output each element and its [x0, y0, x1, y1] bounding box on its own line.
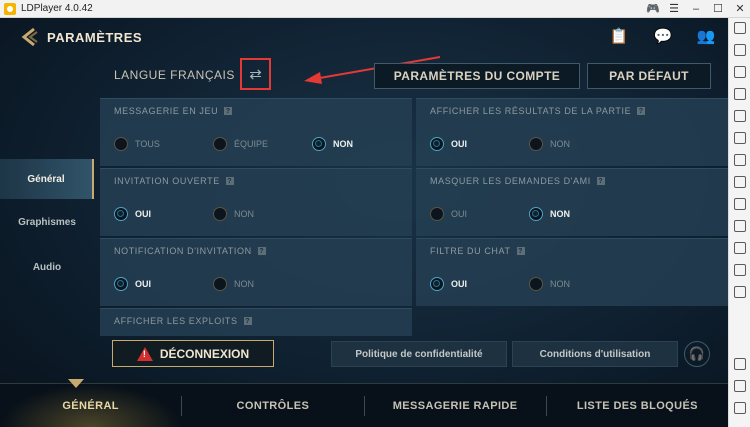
radio-option-non[interactable]: NON — [529, 277, 570, 291]
close-icon[interactable]: ✕ — [734, 0, 746, 18]
settings-screen: PARAMÈTRES 📋 💬 👥 LANGUE FRANÇAIS ⇄ PARAM… — [0, 18, 728, 427]
radio-option-oui[interactable]: OUI — [114, 277, 151, 291]
radio-option-oui[interactable]: OUI — [430, 207, 467, 221]
setting-ingame-messaging: MESSAGERIE EN JEU? TOUS ÉQUIPE NON — [100, 98, 412, 166]
emulator-titlebar: LDPlayer 4.0.42 🎮 ☰ – ☐ ✕ — [0, 0, 750, 18]
volume-up-icon[interactable] — [734, 66, 746, 78]
radio-option-non[interactable]: NON — [529, 207, 570, 221]
back-arrow-icon[interactable] — [20, 27, 40, 47]
maximize-icon[interactable]: ☐ — [712, 0, 724, 18]
emulator-toolbar — [728, 18, 750, 427]
setting-title: MESSAGERIE EN JEU — [114, 106, 219, 116]
tab-quick-chat[interactable]: MESSAGERIE RAPIDE — [365, 384, 546, 427]
privacy-policy-button[interactable]: Politique de confidentialité — [331, 341, 507, 367]
bottom-nav: GÉNÉRAL CONTRÔLES MESSAGERIE RAPIDE LIST… — [0, 379, 728, 427]
swap-icon: ⇄ — [249, 66, 262, 83]
logout-button[interactable]: DÉCONNEXION — [112, 340, 274, 367]
radio-button[interactable] — [114, 137, 128, 151]
friends-icon[interactable]: 👥 — [693, 24, 719, 48]
radio-button[interactable] — [529, 277, 543, 291]
radio-button-selected[interactable] — [430, 277, 444, 291]
location-icon[interactable] — [734, 264, 746, 276]
language-swap-button[interactable]: ⇄ — [240, 58, 271, 90]
radio-button[interactable] — [430, 207, 444, 221]
radio-button-selected[interactable] — [114, 207, 128, 221]
default-button[interactable]: PAR DÉFAUT — [587, 63, 711, 89]
radio-button-selected[interactable] — [114, 277, 128, 291]
tab-controls[interactable]: CONTRÔLES — [182, 384, 363, 427]
setting-title: AFFICHER LES EXPLOITS — [114, 316, 238, 326]
radio-button-selected[interactable] — [312, 137, 326, 151]
active-tab-notch-icon — [68, 379, 84, 388]
tab-block-list[interactable]: LISTE DES BLOQUÉS — [547, 384, 728, 427]
radio-button[interactable] — [213, 137, 227, 151]
help-icon[interactable]: ? — [516, 247, 525, 255]
setting-show-results: AFFICHER LES RÉSULTATS DE LA PARTIE? OUI… — [416, 98, 728, 166]
radio-button[interactable] — [213, 277, 227, 291]
keyboard-icon[interactable] — [734, 44, 746, 56]
side-tab-general[interactable]: Général — [0, 159, 94, 199]
help-icon[interactable]: ? — [224, 107, 233, 115]
setting-invite-notification: NOTIFICATION D'INVITATION? OUI NON — [100, 238, 412, 306]
emulator-title: LDPlayer 4.0.42 — [21, 3, 93, 14]
more-icon[interactable] — [734, 286, 746, 298]
recent-apps-icon[interactable] — [734, 402, 746, 414]
volume-down-icon[interactable] — [734, 88, 746, 100]
sync-icon[interactable] — [734, 220, 746, 232]
setting-chat-filter: FILTRE DU CHAT? OUI NON — [416, 238, 728, 306]
radio-option-non[interactable]: NON — [213, 207, 254, 221]
setting-title: INVITATION OUVERTE — [114, 176, 220, 186]
warning-icon — [136, 346, 153, 361]
gamepad-icon[interactable]: 🎮 — [646, 0, 660, 18]
radio-option-oui[interactable]: OUI — [114, 207, 151, 221]
setting-title: FILTRE DU CHAT — [430, 246, 511, 256]
setting-title: AFFICHER LES RÉSULTATS DE LA PARTIE — [430, 106, 632, 116]
side-tab-graphics[interactable]: Graphismes — [0, 202, 94, 242]
fullscreen-icon[interactable] — [734, 110, 746, 122]
radio-option-oui[interactable]: OUI — [430, 277, 467, 291]
radio-option-non[interactable]: NON — [529, 137, 570, 151]
radio-option-oui[interactable]: OUI — [430, 137, 467, 151]
side-tab-audio[interactable]: Audio — [0, 247, 94, 287]
help-icon[interactable]: ? — [225, 177, 234, 185]
radio-button[interactable] — [213, 207, 227, 221]
setting-hide-friend-requests: MASQUER LES DEMANDES D'AMI? OUI NON — [416, 168, 728, 236]
clipboard-icon[interactable]: 📋 — [606, 24, 632, 48]
tab-general[interactable]: GÉNÉRAL — [0, 379, 182, 427]
radio-option-non[interactable]: NON — [312, 137, 353, 151]
record-icon[interactable] — [734, 154, 746, 166]
radio-option-tous[interactable]: TOUS — [114, 137, 160, 151]
ldplayer-logo-icon — [4, 2, 16, 15]
folder-icon[interactable] — [734, 242, 746, 254]
back-icon[interactable] — [734, 358, 746, 370]
radio-option-non[interactable]: NON — [213, 277, 254, 291]
header: PARAMÈTRES 📋 💬 👥 — [0, 18, 728, 56]
support-headset-icon[interactable]: 🎧 — [684, 341, 710, 367]
setting-open-invite: INVITATION OUVERTE? OUI NON — [100, 168, 412, 236]
chat-icon[interactable]: 💬 — [650, 24, 676, 48]
setting-title: MASQUER LES DEMANDES D'AMI — [430, 176, 591, 186]
account-settings-button[interactable]: PARAMÈTRES DU COMPTE — [374, 63, 580, 89]
home-icon[interactable] — [734, 380, 746, 392]
radio-button-selected[interactable] — [430, 137, 444, 151]
multi-instance-icon[interactable] — [734, 198, 746, 210]
setting-title: NOTIFICATION D'INVITATION — [114, 246, 252, 256]
settings-icon[interactable] — [734, 22, 746, 34]
help-icon[interactable]: ? — [596, 177, 605, 185]
page-title: PARAMÈTRES — [47, 30, 143, 45]
radio-button-selected[interactable] — [529, 207, 543, 221]
minimize-icon[interactable]: – — [690, 0, 702, 18]
radio-option-equipe[interactable]: ÉQUIPE — [213, 137, 268, 151]
radio-button[interactable] — [529, 137, 543, 151]
screenshot-icon[interactable] — [734, 132, 746, 144]
help-icon[interactable]: ? — [637, 107, 646, 115]
language-label: LANGUE FRANÇAIS — [114, 68, 235, 82]
macro-icon[interactable] — [734, 176, 746, 188]
terms-of-use-button[interactable]: Conditions d'utilisation — [512, 341, 678, 367]
setting-show-achievements: AFFICHER LES EXPLOITS? — [100, 308, 412, 336]
menu-icon[interactable]: ☰ — [668, 0, 680, 18]
help-icon[interactable]: ? — [257, 247, 266, 255]
help-icon[interactable]: ? — [243, 317, 252, 325]
